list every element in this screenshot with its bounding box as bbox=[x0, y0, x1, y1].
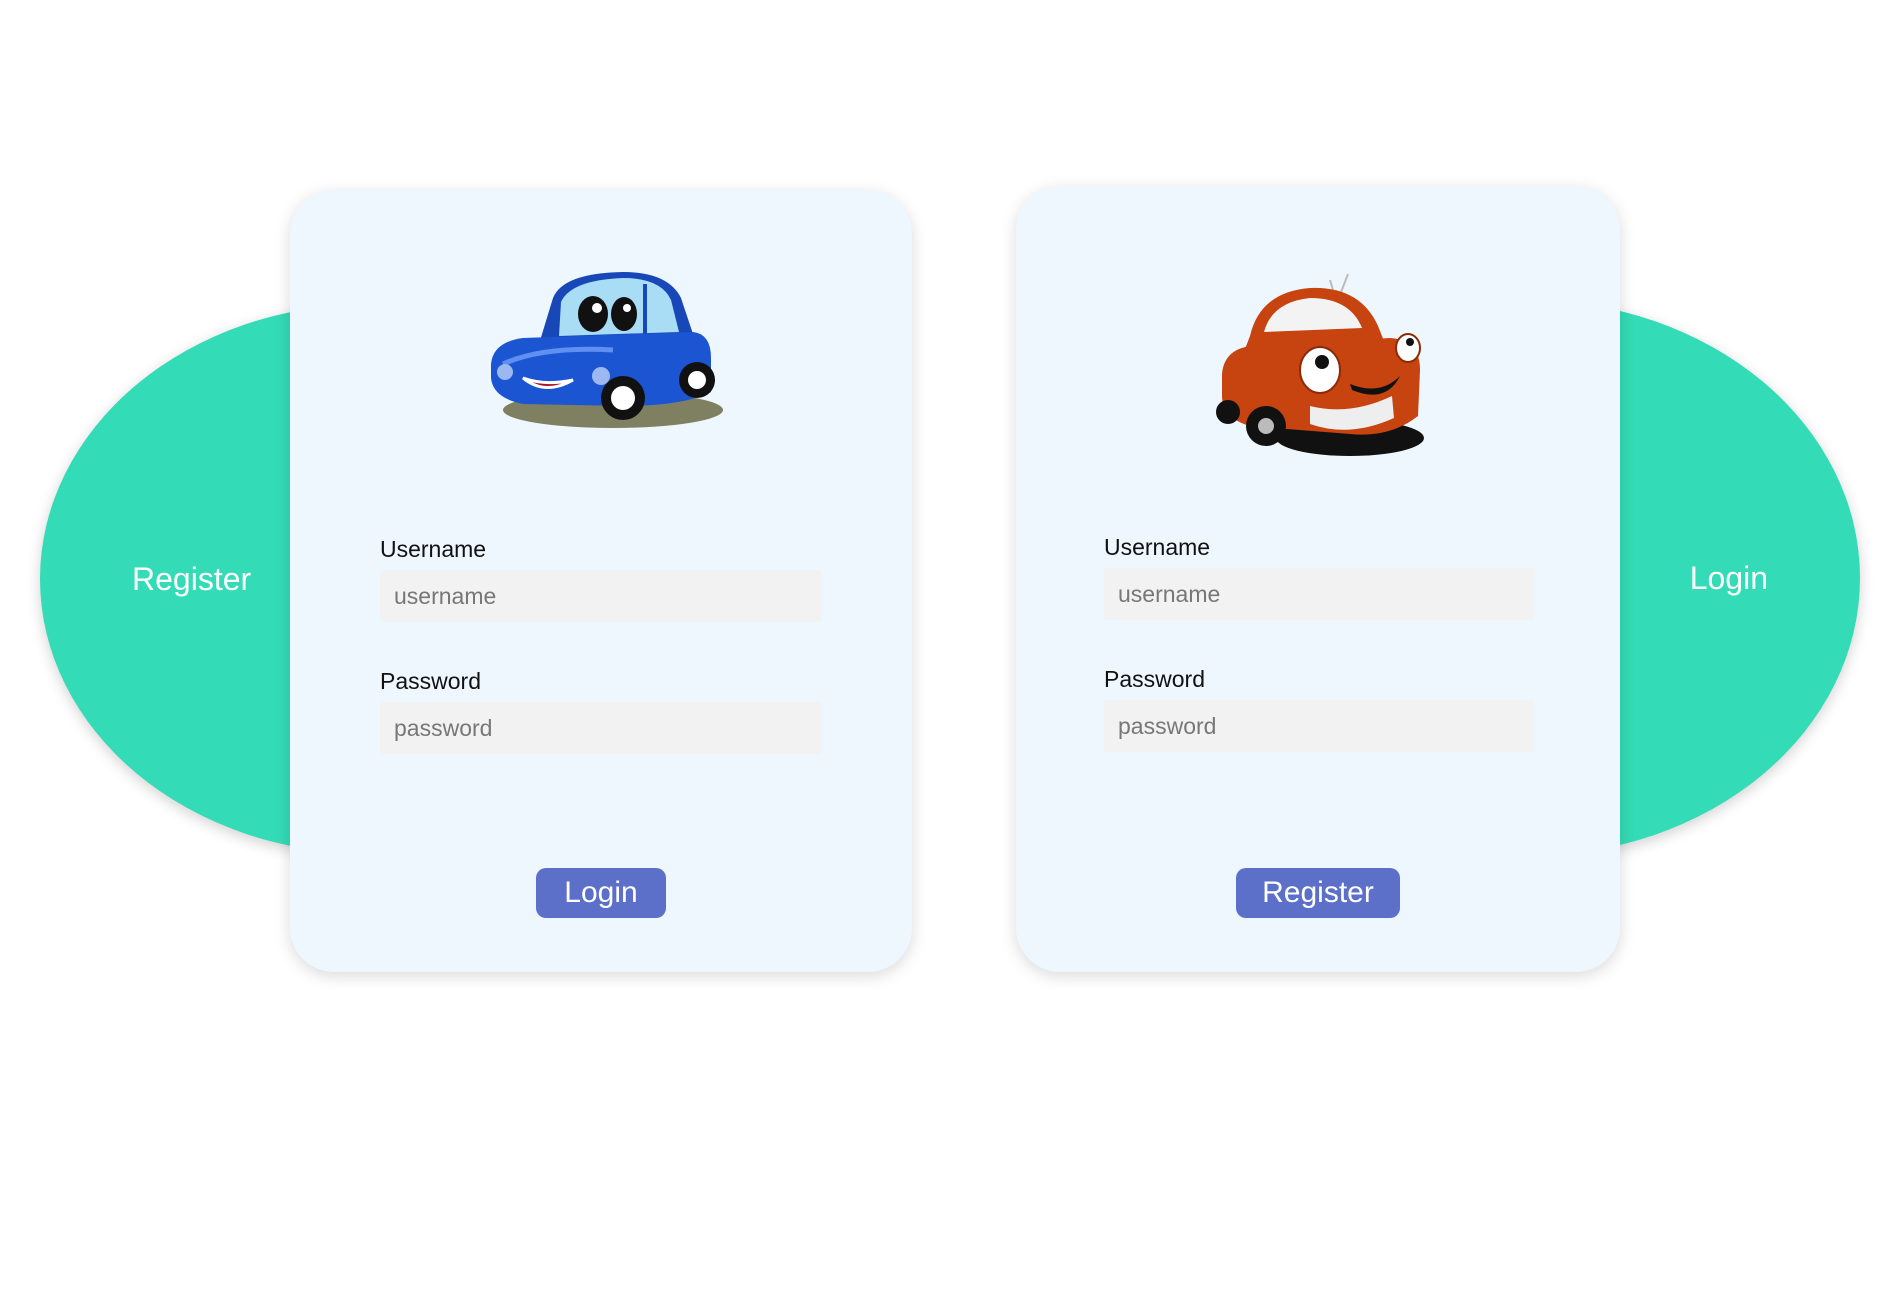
register-password-input[interactable] bbox=[1104, 700, 1534, 752]
blue-car-icon bbox=[491, 272, 723, 428]
username-label: Username bbox=[380, 536, 487, 562]
login-toggle-label: Login bbox=[1689, 559, 1768, 596]
register-button[interactable]: Register bbox=[1236, 868, 1400, 918]
register-card: Username Password Register bbox=[1016, 186, 1620, 972]
username-label: Username bbox=[1104, 534, 1211, 560]
register-toggle-label: Register bbox=[132, 560, 252, 597]
password-label: Password bbox=[1104, 666, 1205, 692]
register-username-input[interactable] bbox=[1104, 568, 1534, 620]
login-card: Username Password Login bbox=[290, 190, 912, 972]
login-username-input[interactable] bbox=[380, 570, 822, 622]
red-car-icon bbox=[1216, 273, 1424, 456]
login-password-input[interactable] bbox=[380, 702, 822, 754]
password-label: Password bbox=[380, 668, 481, 694]
login-button[interactable]: Login bbox=[536, 868, 666, 918]
